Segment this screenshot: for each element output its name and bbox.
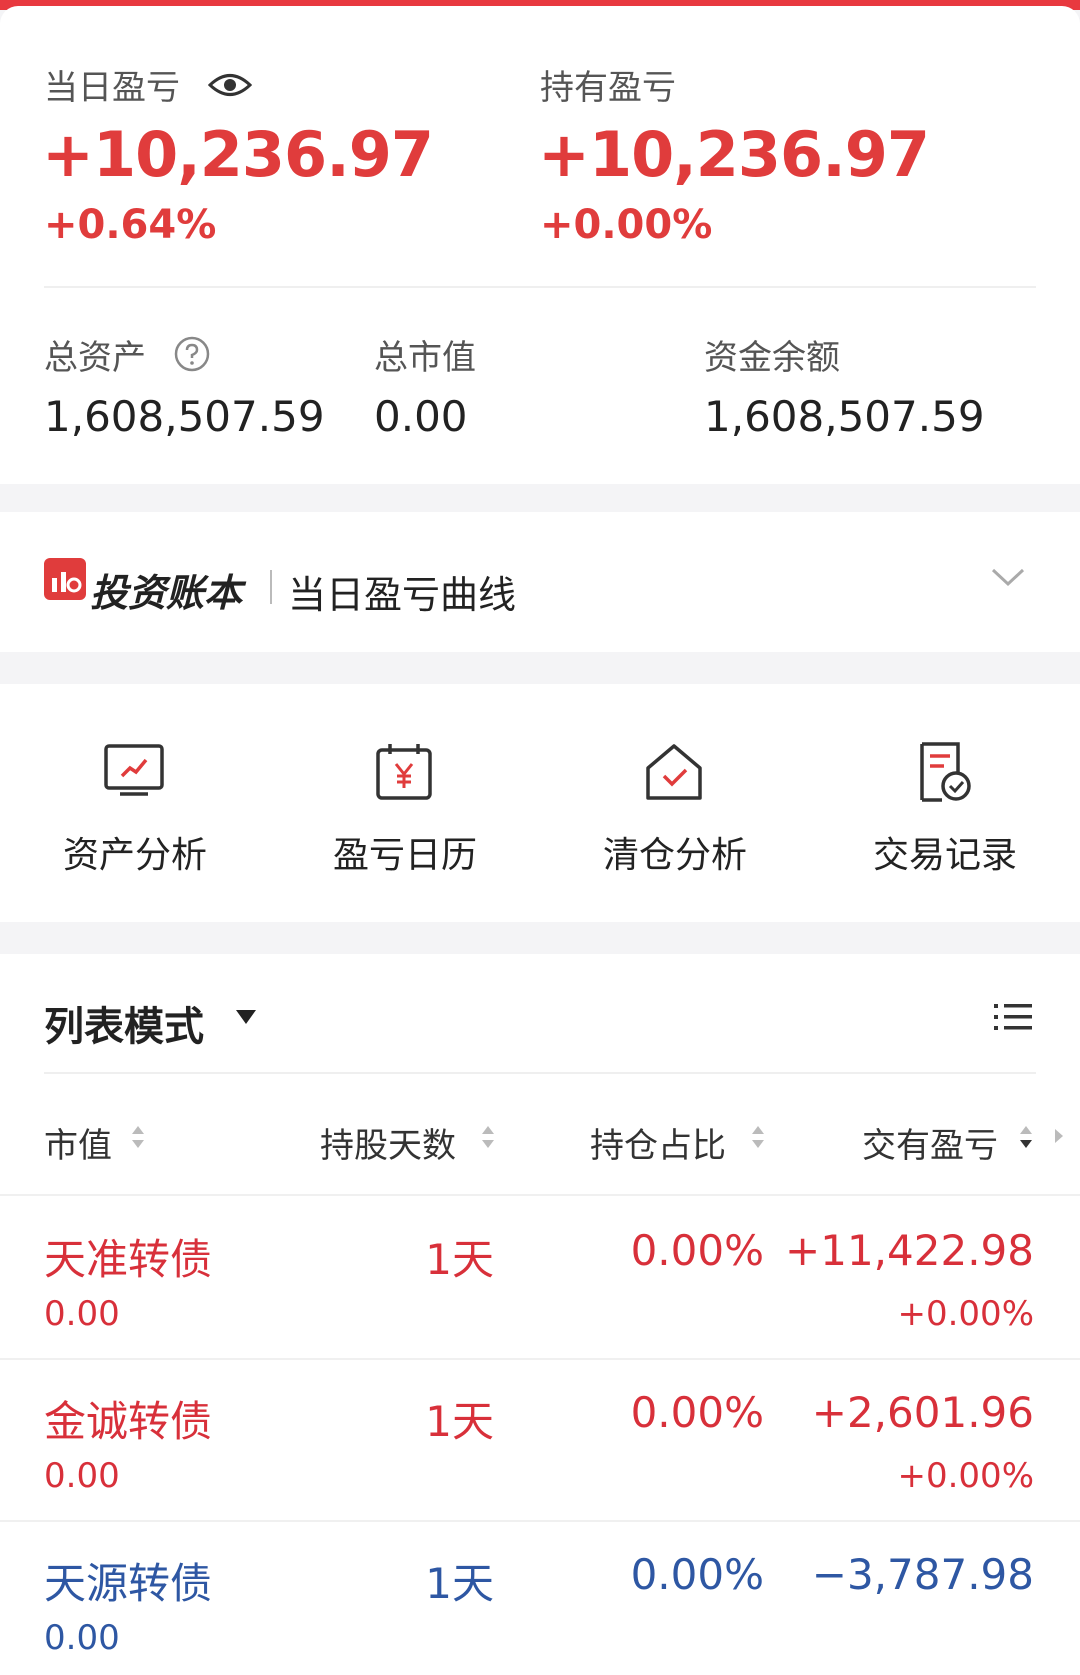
bond-name: 天源转债	[44, 1559, 213, 1608]
column-market-value[interactable]: 市值	[44, 1118, 112, 1167]
bond-pl-percent: +0.00%	[897, 1294, 1035, 1334]
bond-position-ratio: 0.00%	[630, 1550, 764, 1599]
holdings-list-card: 列表模式 市值 持股天数 持仓占比 交有盈亏 天准转债 0.00 1天 0.00…	[0, 954, 1080, 1675]
holding-pl-value: +10,236.97	[538, 118, 930, 191]
row-divider	[0, 1520, 1080, 1522]
title-separator	[270, 570, 272, 604]
ledger-brand: 投资账本	[90, 571, 243, 615]
row-divider	[0, 1194, 1080, 1196]
bond-position-ratio: 0.00%	[630, 1226, 764, 1275]
bond-position-ratio: 0.00%	[630, 1388, 764, 1437]
holding-pl-label: 持有盈亏	[540, 68, 676, 108]
column-position-ratio[interactable]: 持仓占比	[590, 1118, 726, 1167]
total-assets-value: 1,608,507.59	[44, 392, 325, 441]
question-mark-icon[interactable]	[174, 336, 210, 372]
sort-desc-icon[interactable]	[1018, 1120, 1034, 1154]
column-pl[interactable]: 交有盈亏	[862, 1118, 998, 1167]
house-check-icon	[646, 744, 702, 800]
tool-label: 盈亏日历	[332, 835, 477, 876]
bond-pl-percent: +0.00%	[897, 1456, 1035, 1496]
tool-trade-records[interactable]: 交易记录	[810, 684, 1080, 922]
list-view-icon[interactable]	[994, 1002, 1032, 1032]
cash-balance-value: 1,608,507.59	[704, 392, 985, 441]
cash-balance-label: 资金余额	[704, 338, 840, 378]
market-value-label: 总市值	[374, 338, 476, 378]
yen-calendar-icon	[376, 744, 432, 800]
column-holding-days[interactable]: 持股天数	[320, 1118, 456, 1167]
list-header-divider	[44, 1072, 1036, 1074]
row-divider	[0, 1358, 1080, 1360]
chart-monitor-icon	[104, 744, 164, 796]
daily-pl-value: +10,236.97	[42, 118, 434, 191]
tool-clearance-analysis[interactable]: 清仓分析	[540, 684, 810, 922]
bond-market-value: 0.00	[44, 1456, 120, 1496]
bond-holding-days: 1天	[425, 1397, 494, 1446]
eye-icon[interactable]	[208, 70, 252, 100]
tools-card: 资产分析 盈亏日历 清仓分析 交易记录	[0, 684, 1080, 922]
sort-icon[interactable]	[130, 1120, 146, 1154]
total-assets-label: 总资产	[44, 338, 146, 378]
bond-holding-days: 1天	[425, 1559, 494, 1608]
bond-holding-days: 1天	[425, 1235, 494, 1284]
tool-asset-analysis[interactable]: 资产分析	[0, 684, 270, 922]
bond-pl: +11,422.98	[785, 1226, 1034, 1275]
tool-label: 资产分析	[62, 835, 207, 876]
list-mode-label[interactable]: 列表模式	[44, 994, 204, 1052]
scroll-right-icon[interactable]	[1054, 1128, 1064, 1144]
account-summary-card: 当日盈亏 +10,236.97 +0.64% 持有盈亏 +10,236.97 +…	[0, 6, 1080, 484]
pl-curve-card[interactable]: 投资账本 当日盈亏曲线	[0, 512, 1080, 652]
tool-pl-calendar[interactable]: 盈亏日历	[270, 684, 540, 922]
holding-pl-percent: +0.00%	[540, 202, 713, 248]
caret-down-icon[interactable]	[236, 1010, 256, 1024]
tool-label: 清仓分析	[602, 835, 747, 876]
pl-curve-title: 当日盈亏曲线	[288, 573, 517, 617]
bond-name: 天准转债	[44, 1235, 213, 1284]
ledger-logo-icon	[44, 558, 86, 600]
chevron-down-icon[interactable]	[990, 566, 1026, 588]
document-check-icon	[920, 742, 971, 802]
bond-pl: −3,787.98	[811, 1550, 1034, 1599]
daily-pl-label: 当日盈亏	[44, 68, 180, 108]
sort-icon[interactable]	[750, 1120, 766, 1154]
bond-pl: +2,601.96	[811, 1388, 1034, 1437]
daily-pl-percent: +0.64%	[44, 202, 217, 248]
summary-divider	[44, 286, 1036, 288]
sort-icon[interactable]	[480, 1120, 496, 1154]
tool-label: 交易记录	[872, 835, 1017, 876]
bond-market-value: 0.00	[44, 1618, 120, 1658]
bond-market-value: 0.00	[44, 1294, 120, 1334]
bond-name: 金诚转债	[44, 1397, 213, 1446]
market-value-value: 0.00	[374, 392, 468, 441]
